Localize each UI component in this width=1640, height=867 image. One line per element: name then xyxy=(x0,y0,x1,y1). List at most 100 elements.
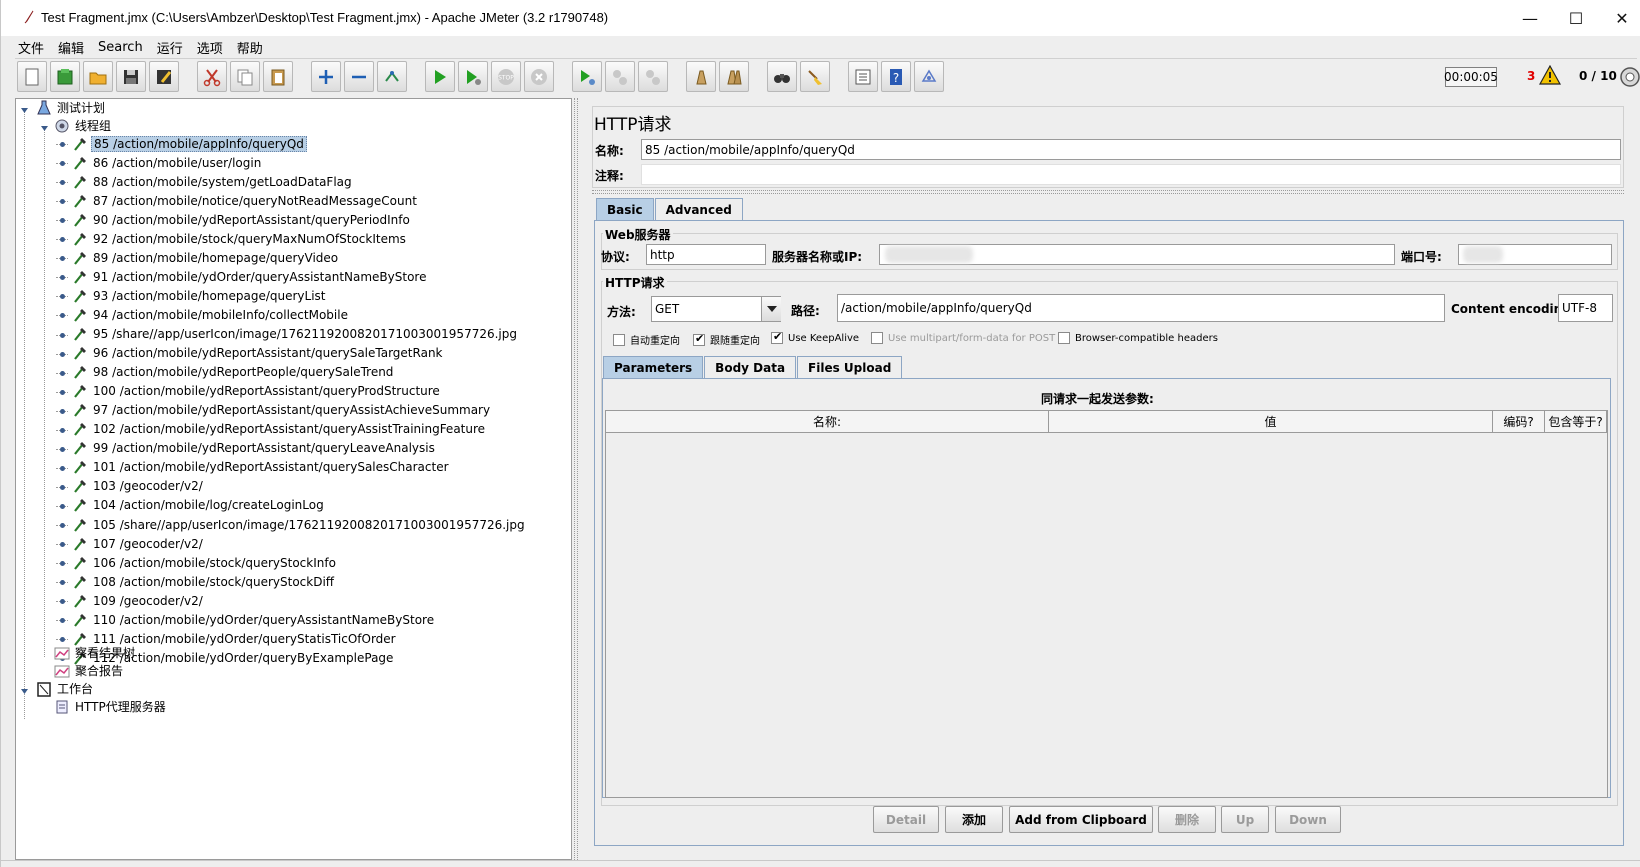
clear-all-button[interactable] xyxy=(719,61,749,92)
column-header-include-equals[interactable]: 包含等于? xyxy=(1545,411,1607,433)
add-from-clipboard-button[interactable]: Add from Clipboard xyxy=(1009,806,1153,833)
tree-node-aggregate-report[interactable]: 聚合报告 xyxy=(54,661,125,680)
tree-node-test-plan[interactable]: 测试计划 xyxy=(36,98,107,117)
tree-node-http-sampler[interactable]: 110 /action/mobile/ydOrder/queryAssistan… xyxy=(72,610,436,629)
protocol-field[interactable]: http xyxy=(646,244,766,265)
tree-node-http-sampler[interactable]: 108 /action/mobile/stock/queryStockDiff xyxy=(72,572,336,591)
column-header-name[interactable]: 名称: xyxy=(606,411,1049,433)
start-no-pause-button[interactable] xyxy=(458,61,488,92)
minimize-button[interactable]: — xyxy=(1507,0,1553,36)
checkbox-box[interactable] xyxy=(871,332,883,344)
tree-node-http-sampler[interactable]: 98 /action/mobile/ydReportPeople/querySa… xyxy=(72,363,395,382)
remote-stop-button[interactable] xyxy=(605,61,635,92)
tree-node-http-sampler[interactable]: 107 /geocoder/v2/ xyxy=(72,534,205,553)
tree-node-http-sampler[interactable]: 96 /action/mobile/ydReportAssistant/quer… xyxy=(72,344,445,363)
browser-headers-checkbox[interactable]: Browser-compatible headers xyxy=(1058,332,1218,344)
tree-node-http-sampler[interactable]: 103 /geocoder/v2/ xyxy=(72,477,205,496)
copy-button[interactable] xyxy=(230,61,260,92)
splitter-grip[interactable] xyxy=(574,98,578,860)
keepalive-checkbox[interactable]: Use KeepAlive xyxy=(771,330,859,344)
save-as-button[interactable] xyxy=(149,61,179,92)
encoding-field[interactable]: UTF-8 xyxy=(1558,294,1613,322)
path-field[interactable]: /action/mobile/appInfo/queryQd xyxy=(837,294,1445,322)
reset-search-button[interactable] xyxy=(800,61,830,92)
auto-redirect-checkbox[interactable]: 自动重定向 xyxy=(613,332,680,347)
close-button[interactable]: ✕ xyxy=(1599,0,1640,36)
tree-node-http-sampler[interactable]: 105 /share//app/userIcon/image/176211920… xyxy=(72,515,527,534)
tree-node-http-sampler[interactable]: 91 /action/mobile/ydOrder/queryAssistant… xyxy=(72,267,428,286)
menu-options[interactable]: 选项 xyxy=(197,38,223,57)
checkbox-box[interactable] xyxy=(1058,332,1070,344)
paste-button[interactable] xyxy=(263,61,293,92)
column-header-encode[interactable]: 编码? xyxy=(1493,411,1545,433)
menu-run[interactable]: 运行 xyxy=(157,38,183,57)
menu-edit[interactable]: 编辑 xyxy=(58,38,84,57)
tree-node-http-sampler[interactable]: 93 /action/mobile/homepage/queryList xyxy=(72,286,328,305)
tab-basic[interactable]: Basic xyxy=(596,198,654,220)
tree-node-http-sampler[interactable]: 104 /action/mobile/log/createLoginLog xyxy=(72,496,326,515)
menu-help[interactable]: 帮助 xyxy=(237,38,263,57)
tree-node-http-sampler[interactable]: 90 /action/mobile/ydReportAssistant/quer… xyxy=(72,210,412,229)
column-header-value[interactable]: 值 xyxy=(1049,411,1493,433)
tree-node-http-sampler[interactable]: 101 /action/mobile/ydReportAssistant/que… xyxy=(72,458,451,477)
down-button[interactable]: Down xyxy=(1275,806,1341,833)
stop-button[interactable]: STOP xyxy=(491,61,521,92)
collapse-toggle-icon[interactable] xyxy=(20,686,29,695)
start-button[interactable] xyxy=(425,61,455,92)
checkbox-box[interactable] xyxy=(693,332,705,346)
shutdown-button[interactable] xyxy=(524,61,554,92)
tree-node-http-sampler[interactable]: 109 /geocoder/v2/ xyxy=(72,591,205,610)
remote-shutdown-button[interactable] xyxy=(638,61,668,92)
menu-file[interactable]: 文件 xyxy=(18,38,44,57)
follow-redirect-checkbox[interactable]: 跟随重定向 xyxy=(693,332,760,347)
header-divider[interactable] xyxy=(592,190,1624,194)
tree-node-thread-group[interactable]: 线程组 xyxy=(54,116,113,135)
collapse-all-button[interactable] xyxy=(344,61,374,92)
delete-button[interactable]: 删除 xyxy=(1158,806,1216,833)
tree-node-http-sampler[interactable]: 87 /action/mobile/notice/queryNotReadMes… xyxy=(72,191,419,210)
remote-start-button[interactable] xyxy=(572,61,602,92)
tree-node-http-proxy[interactable]: HTTP代理服务器 xyxy=(54,697,168,716)
comment-field[interactable] xyxy=(641,164,1621,185)
multipart-checkbox[interactable]: Use multipart/form-data for POST xyxy=(871,332,1055,344)
tree-node-http-sampler[interactable]: 86 /action/mobile/user/login xyxy=(72,153,263,172)
logger-button[interactable] xyxy=(914,61,944,92)
tab-body-data[interactable]: Body Data xyxy=(704,356,797,378)
maximize-button[interactable]: ☐ xyxy=(1553,0,1599,36)
detail-button[interactable]: Detail xyxy=(873,806,939,833)
toggle-button[interactable] xyxy=(377,61,407,92)
open-button[interactable] xyxy=(83,61,113,92)
tree-node-http-sampler[interactable]: 102 /action/mobile/ydReportAssistant/que… xyxy=(72,420,487,439)
expand-all-button[interactable] xyxy=(311,61,341,92)
help-button[interactable]: ? xyxy=(881,61,911,92)
function-helper-button[interactable] xyxy=(848,61,878,92)
checkbox-box[interactable] xyxy=(771,330,783,344)
tree-node-http-sampler[interactable]: 99 /action/mobile/ydReportAssistant/quer… xyxy=(72,439,437,458)
test-plan-tree[interactable]: 测试计划 线程组 85 /action/mobile/appInfo/query… xyxy=(15,98,572,860)
tree-node-http-sampler[interactable]: 100 /action/mobile/ydReportAssistant/que… xyxy=(72,382,442,401)
new-button[interactable] xyxy=(17,61,47,92)
panel-splitter[interactable] xyxy=(572,98,580,860)
search-button[interactable] xyxy=(767,61,797,92)
tree-node-http-sampler[interactable]: 88 /action/mobile/system/getLoadDataFlag xyxy=(72,172,354,191)
save-button[interactable] xyxy=(116,61,146,92)
clear-button[interactable] xyxy=(686,61,716,92)
collapse-toggle-icon[interactable] xyxy=(20,105,29,114)
tree-node-workbench[interactable]: 工作台 xyxy=(36,679,95,698)
warning-icon[interactable] xyxy=(1539,65,1561,85)
method-dropdown-button[interactable] xyxy=(761,297,781,321)
tree-node-http-sampler[interactable]: 94 /action/mobile/mobileInfo/collectMobi… xyxy=(72,305,350,324)
templates-button[interactable] xyxy=(50,61,80,92)
checkbox-box[interactable] xyxy=(613,333,625,346)
tab-parameters[interactable]: Parameters xyxy=(603,356,704,378)
cut-button[interactable] xyxy=(197,61,227,92)
tab-advanced[interactable]: Advanced xyxy=(654,198,743,220)
up-button[interactable]: Up xyxy=(1221,806,1269,833)
collapse-toggle-icon[interactable] xyxy=(40,123,49,132)
tree-node-http-sampler[interactable]: 85 /action/mobile/appInfo/queryQd xyxy=(72,134,307,153)
parameters-table[interactable]: 名称: 值 编码? 包含等于? xyxy=(605,410,1608,798)
tree-node-http-sampler[interactable]: 106 /action/mobile/stock/queryStockInfo xyxy=(72,553,338,572)
tree-node-http-sampler[interactable]: 92 /action/mobile/stock/queryMaxNumOfSto… xyxy=(72,229,408,248)
tree-node-http-sampler[interactable]: 89 /action/mobile/homepage/queryVideo xyxy=(72,248,340,267)
tree-node-http-sampler[interactable]: 95 /share//app/userIcon/image/1762119200… xyxy=(72,325,519,344)
